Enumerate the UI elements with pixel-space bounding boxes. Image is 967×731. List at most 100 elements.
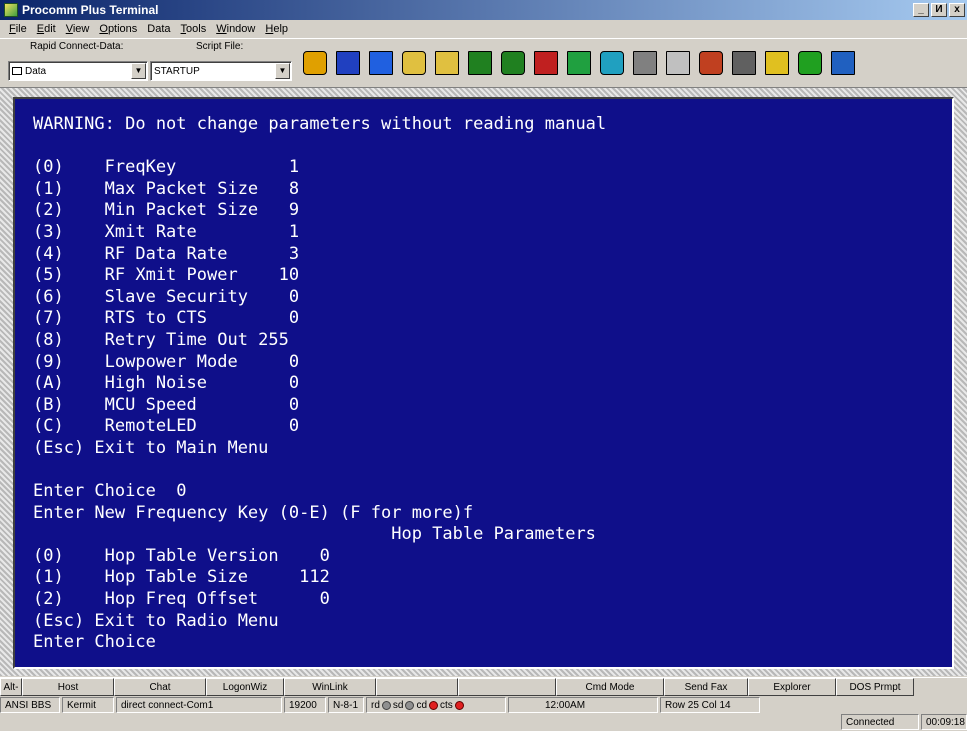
link-icon-glyph bbox=[599, 51, 624, 75]
terminal-line: WARNING: Do not change parameters withou… bbox=[33, 114, 607, 134]
help-icon[interactable] bbox=[826, 45, 859, 81]
mode-icon[interactable] bbox=[364, 45, 397, 81]
receive-folder-icon-glyph bbox=[434, 51, 459, 75]
printer-icon[interactable] bbox=[628, 45, 661, 81]
receive-folder-icon[interactable] bbox=[430, 45, 463, 81]
line-indicators: rd sd cd cts bbox=[366, 697, 506, 713]
window-title: Procomm Plus Terminal bbox=[22, 3, 159, 17]
terminal-line: Enter Choice 0 bbox=[33, 481, 187, 502]
terminal-line: (1) Hop Table Size 112 bbox=[33, 567, 330, 588]
menu-file[interactable]: File bbox=[4, 23, 32, 35]
rd-indicator-icon bbox=[381, 700, 391, 710]
status-bar-secondary: Connected 00:09:18 bbox=[0, 714, 967, 731]
script-file-select[interactable]: STARTUP ▼ bbox=[150, 61, 292, 81]
procomm-app-icon[interactable] bbox=[4, 3, 18, 17]
cursor-position-status: Row 25 Col 14 bbox=[660, 697, 760, 713]
protocol-status[interactable]: Kermit bbox=[62, 697, 114, 713]
pencil-icon[interactable] bbox=[760, 45, 793, 81]
button-empty[interactable] bbox=[376, 678, 458, 696]
runner-icon[interactable] bbox=[298, 45, 331, 81]
time-status: 12:00AM bbox=[508, 697, 658, 713]
terminal-line: (8) Retry Time Out 255 bbox=[33, 329, 289, 350]
connection-status[interactable]: direct connect-Com1 bbox=[116, 697, 282, 713]
pen-icon[interactable] bbox=[694, 45, 727, 81]
keyboard-icon-glyph bbox=[731, 51, 756, 75]
rapid-connect-label: Rapid Connect-Data: bbox=[30, 41, 124, 52]
chevron-down-icon[interactable]: ▼ bbox=[131, 63, 146, 79]
status-bar: ANSI BBS Kermit direct connect-Com1 1920… bbox=[0, 697, 967, 714]
terminal-line: (Esc) Exit to Radio Menu bbox=[33, 610, 279, 631]
connection-state: Connected bbox=[841, 714, 919, 730]
maximize-button[interactable]: И bbox=[931, 3, 947, 17]
terminal-line: (9) Lowpower Mode 0 bbox=[33, 351, 300, 372]
book-icon[interactable] bbox=[331, 45, 364, 81]
cts-label: cts bbox=[440, 699, 453, 711]
button-host[interactable]: Host bbox=[22, 678, 114, 696]
terminal-screen[interactable]: WARNING: Do not change parameters withou… bbox=[13, 97, 954, 669]
terminal-line: (0) FreqKey 1 bbox=[33, 157, 300, 178]
pen-icon-glyph bbox=[698, 51, 723, 75]
rapid-connect-select[interactable]: Data ▼ bbox=[8, 61, 148, 81]
button-chat[interactable]: Chat bbox=[114, 678, 206, 696]
screen-icon-glyph bbox=[500, 51, 525, 75]
script-file-label: Script File: bbox=[196, 41, 244, 52]
button-winlink[interactable]: WinLink bbox=[284, 678, 376, 696]
parity-status[interactable]: N-8-1 bbox=[328, 697, 364, 713]
screen-icon[interactable] bbox=[496, 45, 529, 81]
send-folder-icon-glyph bbox=[401, 51, 426, 75]
chevron-down-icon[interactable]: ▼ bbox=[275, 63, 290, 79]
menu-tools[interactable]: Tools bbox=[176, 23, 212, 35]
monitor-icon[interactable] bbox=[562, 45, 595, 81]
capture-icon[interactable] bbox=[463, 45, 496, 81]
terminal-line: Enter New Frequency Key (0-E) (F for mor… bbox=[33, 502, 474, 523]
phone-icon[interactable] bbox=[529, 45, 562, 81]
button-send-fax[interactable]: Send Fax bbox=[664, 678, 748, 696]
terminal-line: (A) High Noise 0 bbox=[33, 373, 300, 394]
cd-indicator-icon bbox=[429, 700, 439, 710]
printer-icon-glyph bbox=[632, 51, 657, 75]
filter-icon-glyph bbox=[665, 51, 690, 75]
menu-bar: File Edit View Options Data Tools Window Help bbox=[0, 20, 967, 38]
close-button[interactable]: x bbox=[949, 3, 965, 17]
terminal-line: (2) Hop Freq Offset 0 bbox=[33, 589, 330, 610]
terminal-frame: WARNING: Do not change parameters withou… bbox=[0, 88, 967, 676]
action-button-bar: Alt- Host Chat LogonWiz WinLink Cmd Mode Send … bbox=[0, 677, 967, 696]
toolbar: Rapid Connect-Data: Data ▼ Script File: … bbox=[0, 38, 967, 88]
terminal-line: Hop Table Parameters bbox=[33, 524, 596, 545]
button-explorer[interactable]: Explorer bbox=[748, 678, 836, 696]
keyboard-icon[interactable] bbox=[727, 45, 760, 81]
terminal-line: (C) RemoteLED 0 bbox=[33, 416, 300, 437]
monitor-icon-glyph bbox=[566, 51, 591, 75]
menu-edit[interactable]: Edit bbox=[32, 23, 61, 35]
button-cmd-mode[interactable]: Cmd Mode bbox=[556, 678, 664, 696]
menu-window[interactable]: Window bbox=[211, 23, 260, 35]
emulation-status[interactable]: ANSI BBS bbox=[0, 697, 60, 713]
link-icon[interactable] bbox=[595, 45, 628, 81]
button-empty[interactable] bbox=[458, 678, 556, 696]
terminal-line: (1) Max Packet Size 8 bbox=[33, 178, 300, 199]
terminal-line: (4) RF Data Rate 3 bbox=[33, 243, 300, 264]
script-file-value: STARTUP bbox=[154, 65, 200, 77]
book-icon-glyph bbox=[335, 51, 360, 75]
button-dos-prmpt[interactable]: DOS Prmpt bbox=[836, 678, 914, 696]
filter-icon[interactable] bbox=[661, 45, 694, 81]
button-alt[interactable]: Alt- bbox=[0, 678, 22, 696]
button-logonwiz[interactable]: LogonWiz bbox=[206, 678, 284, 696]
rapid-connect-value: Data bbox=[25, 65, 47, 77]
baud-status[interactable]: 19200 bbox=[284, 697, 326, 713]
menu-options[interactable]: Options bbox=[94, 23, 142, 35]
send-folder-icon[interactable] bbox=[397, 45, 430, 81]
terminal-line: (5) RF Xmit Power 10 bbox=[33, 265, 300, 286]
menu-view[interactable]: View bbox=[61, 23, 95, 35]
terminal-line: (Esc) Exit to Main Menu bbox=[33, 437, 269, 458]
meter-icon[interactable] bbox=[793, 45, 826, 81]
terminal-line: (2) Min Packet Size 9 bbox=[33, 200, 300, 221]
meter-icon-glyph bbox=[797, 51, 822, 75]
terminal-line: (B) MCU Speed 0 bbox=[33, 394, 300, 415]
runner-icon-glyph bbox=[302, 51, 327, 75]
clock-value: 12:00AM bbox=[545, 699, 586, 711]
minimize-button[interactable]: _ bbox=[913, 3, 929, 17]
menu-data[interactable]: Data bbox=[142, 23, 175, 35]
menu-help[interactable]: Help bbox=[260, 23, 293, 35]
